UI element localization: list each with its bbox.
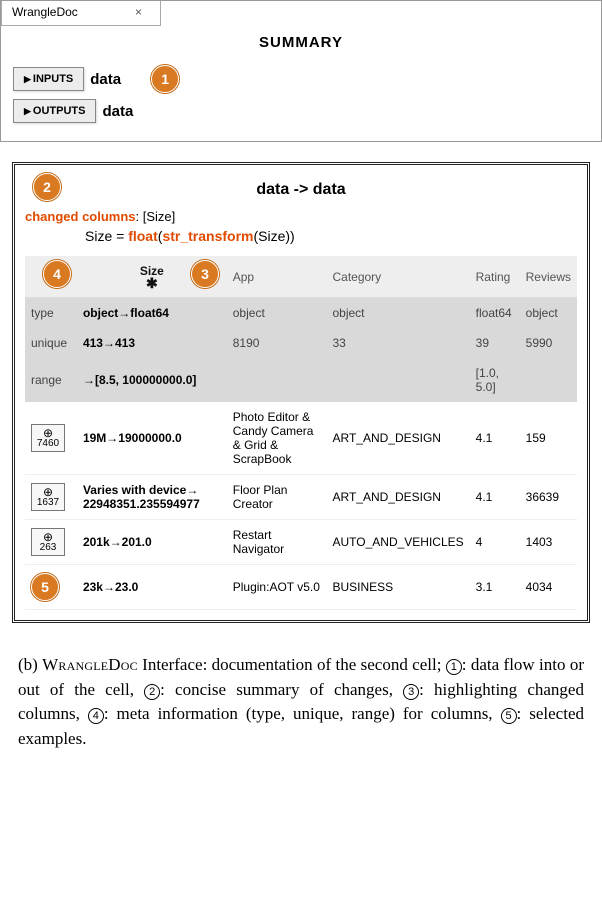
cell-app: Restart Navigator	[227, 520, 327, 565]
meta-rating: [1.0, 5.0]	[470, 358, 520, 402]
meta-label: unique	[25, 328, 77, 358]
zoom-button[interactable]: ⊕263	[31, 528, 65, 556]
cell-reviews: 4034	[520, 565, 577, 610]
zoom-button[interactable]: ⊕1637	[31, 483, 65, 511]
code-fn-strtransform: str_transform	[162, 228, 253, 244]
close-icon[interactable]: ×	[135, 5, 142, 19]
caret-right-icon: ▶	[24, 74, 31, 85]
dataflow-title: data -> data	[25, 181, 577, 199]
zoom-count: 1637	[37, 498, 59, 508]
cell-app: Floor Plan Creator	[227, 475, 327, 520]
tab-title: WrangleDoc	[12, 5, 78, 19]
transform-code: Size = float(str_transform(Size))	[85, 228, 577, 244]
cell-reviews: 36639	[520, 475, 577, 520]
top-panel: WrangleDoc × SUMMARY ▶ INPUTS data 1 ▶ O…	[0, 0, 602, 142]
changed-columns-line: changed columns: [Size]	[25, 209, 577, 224]
cell-reviews: 159	[520, 402, 577, 475]
cell-size: 19M→19000000.0	[77, 402, 227, 475]
col-app[interactable]: App	[227, 256, 327, 298]
meta-size: object→float64	[77, 298, 227, 329]
meta-app: 8190	[227, 328, 327, 358]
cell-size: Varies with device→ 22948351.235594977	[77, 475, 227, 520]
code-prefix: Size =	[85, 228, 128, 244]
inputs-value: data	[90, 71, 121, 88]
cell-category: ART_AND_DESIGN	[326, 475, 469, 520]
caption-text: : concise summary of changes,	[160, 680, 403, 699]
table-row[interactable]: ⊕263 201k→201.0 Restart Navigator AUTO_A…	[25, 520, 577, 565]
code-fn-float: float	[128, 228, 158, 244]
cell-rating: 4.1	[470, 475, 520, 520]
zoom-button[interactable]: ⊕7460	[31, 424, 65, 452]
outputs-button-label: OUTPUTS	[33, 105, 86, 117]
meta-label: range	[25, 358, 77, 402]
meta-row-unique: unique 413→413 8190 33 39 5990	[25, 328, 577, 358]
cell-app: Plugin:AOT v5.0	[227, 565, 327, 610]
changed-columns-value: : [Size]	[136, 209, 176, 224]
cell-category: ART_AND_DESIGN	[326, 402, 469, 475]
cell-app: Photo Editor & Candy Camera & Grid & Scr…	[227, 402, 327, 475]
outputs-value: data	[102, 103, 133, 120]
caption-circle-2: 2	[144, 684, 160, 700]
summary-heading: SUMMARY	[13, 34, 589, 51]
annotation-badge-5: 5	[31, 573, 59, 601]
table-row[interactable]: ⊕1637 Varies with device→ 22948351.23559…	[25, 475, 577, 520]
col-reviews[interactable]: Reviews	[520, 256, 577, 298]
caption-circle-3: 3	[403, 684, 419, 700]
meta-row-type: type object→float64 object object float6…	[25, 298, 577, 329]
zoom-count: 263	[40, 543, 57, 553]
cell-rating: 4	[470, 520, 520, 565]
changed-columns-label: changed columns	[25, 209, 136, 224]
meta-app: object	[227, 298, 327, 329]
cell-rating: 4.1	[470, 402, 520, 475]
annotation-badge-3: 3	[191, 260, 219, 288]
meta-size: →[8.5, 100000000.0]	[77, 358, 227, 402]
caption-appname: WrangleDoc	[42, 655, 138, 674]
tab-bar: WrangleDoc ×	[1, 1, 589, 26]
meta-size: 413→413	[77, 328, 227, 358]
inputs-row: ▶ INPUTS data 1	[13, 65, 589, 93]
doc-frame: 2 data -> data changed columns: [Size] S…	[12, 162, 590, 623]
inputs-button[interactable]: ▶ INPUTS	[13, 67, 84, 91]
meta-category: object	[326, 298, 469, 329]
table-header-row: Size ✱ App Category Rating Reviews	[25, 256, 577, 298]
meta-category	[326, 358, 469, 402]
cell-category: BUSINESS	[326, 565, 469, 610]
meta-reviews: object	[520, 298, 577, 329]
caption-circle-5: 5	[501, 708, 517, 724]
tab-wrangledoc[interactable]: WrangleDoc ×	[1, 1, 161, 26]
annotation-badge-2: 2	[33, 173, 61, 201]
col-rating[interactable]: Rating	[470, 256, 520, 298]
caption-circle-4: 4	[88, 708, 104, 724]
meta-app	[227, 358, 327, 402]
cell-rating: 3.1	[470, 565, 520, 610]
outputs-button[interactable]: ▶ OUTPUTS	[13, 99, 96, 123]
caption-text: : meta information (type, unique, range)…	[104, 704, 501, 723]
meta-rating: 39	[470, 328, 520, 358]
caption-circle-1: 1	[446, 659, 462, 675]
cell-size: 201k→201.0	[77, 520, 227, 565]
caption-text: Interface: documentation of the second c…	[138, 655, 446, 674]
caption-prefix: (b)	[18, 655, 42, 674]
zoom-count: 7460	[37, 439, 59, 449]
table-row[interactable]: ⊕7460 19M→19000000.0 Photo Editor & Cand…	[25, 402, 577, 475]
outputs-row: ▶ OUTPUTS data	[13, 99, 589, 123]
cell-reviews: 1403	[520, 520, 577, 565]
meta-reviews	[520, 358, 577, 402]
annotation-badge-4: 4	[43, 260, 71, 288]
meta-label: type	[25, 298, 77, 329]
meta-category: 33	[326, 328, 469, 358]
code-paren-close: (Size))	[253, 228, 294, 244]
cell-size: 23k→23.0	[77, 565, 227, 610]
meta-rating: float64	[470, 298, 520, 329]
meta-reviews: 5990	[520, 328, 577, 358]
caret-right-icon: ▶	[24, 106, 31, 117]
inputs-button-label: INPUTS	[33, 73, 73, 85]
annotation-badge-1: 1	[151, 65, 179, 93]
cell-category: AUTO_AND_VEHICLES	[326, 520, 469, 565]
table-row[interactable]: 5 23k→23.0 Plugin:AOT v5.0 BUSINESS 3.1 …	[25, 565, 577, 610]
summary-table: Size ✱ App Category Rating Reviews type …	[25, 256, 577, 610]
meta-row-range: range →[8.5, 100000000.0] [1.0, 5.0]	[25, 358, 577, 402]
col-category[interactable]: Category	[326, 256, 469, 298]
figure-caption: (b) WrangleDoc Interface: documentation …	[0, 635, 602, 776]
